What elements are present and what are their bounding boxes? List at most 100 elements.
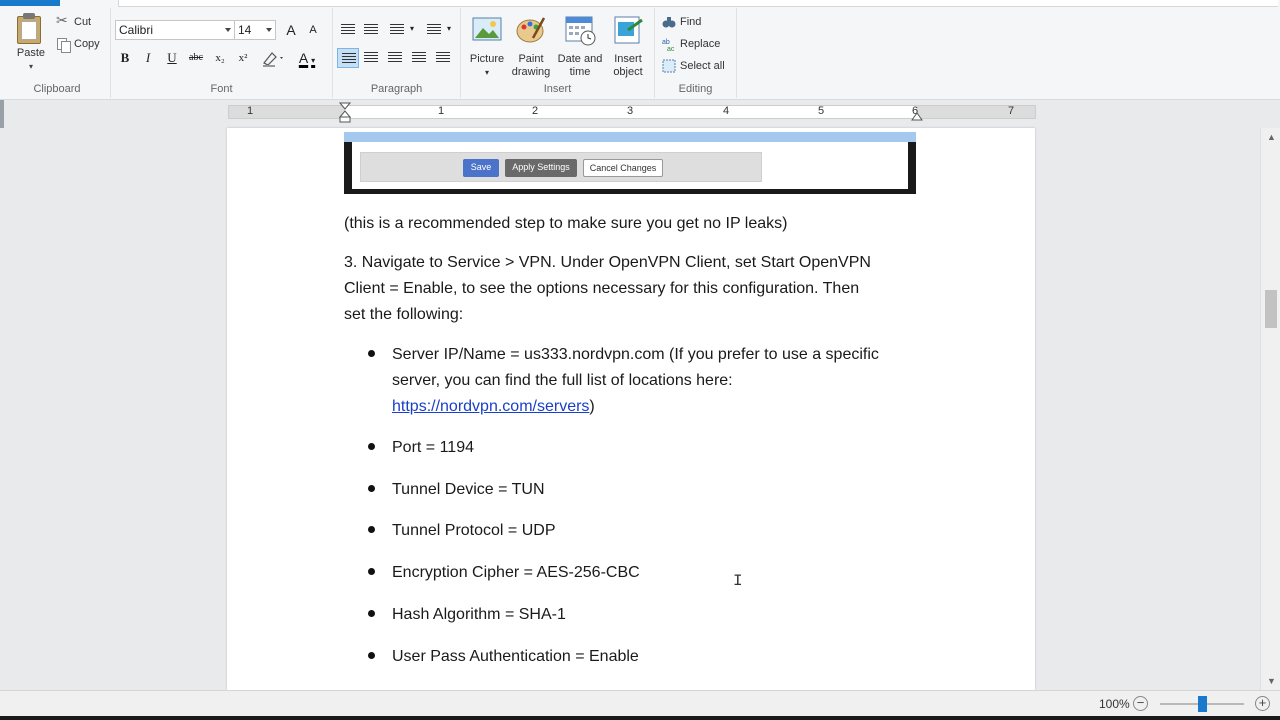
highlight-color-button[interactable] (259, 48, 287, 68)
find-button[interactable]: Find (662, 15, 701, 29)
select-all-label: Select all (680, 60, 725, 72)
picture-dropdown-icon: ▾ (484, 68, 489, 77)
nordvpn-servers-link[interactable]: https://nordvpn.com/servers (392, 398, 589, 415)
underline-button[interactable]: U (162, 48, 182, 68)
insert-object-icon (614, 16, 643, 44)
copy-icon (56, 37, 71, 53)
align-left-button[interactable] (337, 48, 359, 68)
scissors-icon (56, 12, 70, 29)
select-all-button[interactable]: Select all (662, 59, 725, 73)
ruler-number: 1 (438, 105, 445, 117)
file-tab[interactable] (0, 0, 60, 6)
strikethrough-button[interactable]: abc (186, 48, 206, 68)
replace-button[interactable]: ab ac Replace (662, 37, 720, 51)
italic-button[interactable]: I (138, 48, 158, 68)
text-cursor-icon: I (733, 572, 743, 590)
step3-line-1: 3. Navigate to Service > VPN. Under Open… (344, 254, 871, 271)
copy-button[interactable]: Copy (56, 37, 100, 53)
font-family-select[interactable]: Calibri (115, 20, 235, 40)
scroll-down-icon[interactable]: ▼ (1267, 676, 1276, 686)
align-left-icon (342, 53, 356, 65)
cut-button[interactable]: Cut (56, 12, 92, 29)
font-group: Calibri 14 A A B I U abc x₂ x² A ▾ Font (111, 8, 333, 98)
align-center-button[interactable] (360, 48, 382, 68)
paint-drawing-label-2: drawing (511, 66, 551, 78)
picture-label: Picture (469, 53, 505, 65)
scroll-up-icon[interactable]: ▲ (1267, 132, 1276, 142)
vertical-scrollbar[interactable]: ▲ ▼ (1260, 128, 1280, 690)
ruler-number: 5 (818, 105, 825, 117)
right-indent-marker-icon[interactable] (911, 111, 923, 121)
paragraph-group: ▾ ▾ Paragraph (333, 8, 461, 98)
horizontal-ruler[interactable]: 1 1 2 3 4 5 6 7 (228, 102, 1036, 123)
ruler-number: 4 (723, 105, 730, 117)
zoom-out-button[interactable]: − (1133, 696, 1148, 711)
ruler-number: 2 (532, 105, 539, 117)
svg-text:ac: ac (667, 46, 675, 51)
cut-label: Cut (74, 16, 92, 28)
list-item: User Pass Authentication = Enable (392, 648, 639, 665)
subscript-button[interactable]: x₂ (210, 48, 230, 68)
grow-font-button[interactable]: A (281, 20, 301, 40)
svg-text:ab: ab (662, 39, 670, 46)
replace-icon: abac (662, 39, 675, 51)
paste-dropdown-icon[interactable]: ▾ (12, 60, 50, 73)
justify-button[interactable] (408, 48, 430, 68)
paint-palette-icon (516, 17, 546, 43)
bullet-icon (368, 526, 375, 533)
editing-group-label: Editing (678, 83, 713, 95)
date-time-label-2: time (569, 66, 591, 78)
font-size-value: 14 (238, 23, 252, 37)
bullet-icon (368, 443, 375, 450)
insert-object-label-2: object (613, 66, 643, 78)
font-color-button[interactable]: A ▾ (293, 48, 321, 68)
bullet-icon (368, 350, 375, 357)
chevron-down-icon (266, 28, 272, 32)
superscript-button[interactable]: x² (233, 48, 253, 68)
step3-line-3: set the following: (344, 306, 464, 323)
zoom-in-button[interactable]: + (1255, 696, 1270, 711)
bold-button[interactable]: B (115, 48, 135, 68)
list-item: Port = 1194 (392, 439, 474, 456)
clipboard-group-label: Clipboard (33, 83, 81, 95)
decrease-indent-icon (341, 24, 355, 36)
left-indent-marker-icon[interactable] (339, 102, 351, 124)
increase-indent-button[interactable] (360, 20, 382, 40)
font-color-icon: A (298, 50, 309, 66)
list-item: Server IP/Name = us333.nordvpn.com (If y… (392, 342, 932, 420)
increase-indent-icon (364, 24, 378, 36)
align-right-button[interactable] (384, 48, 406, 68)
paint-drawing-button[interactable]: Paint drawing (509, 14, 553, 79)
paint-drawing-label-1: Paint (518, 53, 544, 65)
status-bar: 100% − + (0, 690, 1280, 716)
zoom-slider-thumb[interactable] (1198, 696, 1207, 712)
bullet-list-button[interactable]: ▾ (386, 20, 416, 40)
bullet-list-icon (390, 24, 404, 36)
bullet1-line-2: server, you can find the full list of lo… (392, 372, 733, 389)
taskbar-edge (0, 716, 1280, 720)
font-size-select[interactable]: 14 (234, 20, 276, 40)
calendar-clock-icon (565, 16, 596, 46)
ribbon: Paste ▾ Cut Copy Clipboard Calibri 14 A … (0, 0, 1280, 100)
decrease-indent-button[interactable] (337, 20, 359, 40)
embedded-save-button: Save (463, 159, 499, 177)
document-area: Save Apply Settings Cancel Changes (this… (0, 128, 1260, 690)
bullet-icon (368, 652, 375, 659)
font-family-value: Calibri (119, 23, 154, 37)
shrink-font-button[interactable]: A (303, 20, 323, 40)
insert-object-button[interactable]: Insert object (605, 14, 651, 79)
picture-button[interactable]: Picture ▾ (465, 14, 509, 79)
insert-group: Picture ▾ Paint drawing Date and time In… (461, 8, 655, 98)
line-spacing-button[interactable]: ▾ (423, 20, 453, 40)
document-page[interactable]: Save Apply Settings Cancel Changes (this… (227, 128, 1035, 690)
ruler-number: 1 (247, 105, 254, 117)
align-center-icon (364, 52, 378, 64)
paste-button[interactable]: Paste ▾ (12, 12, 50, 73)
scrollbar-thumb[interactable] (1265, 290, 1277, 328)
list-item: Hash Algorithm = SHA-1 (392, 606, 566, 623)
align-right-icon (388, 52, 402, 64)
chevron-down-icon (225, 28, 231, 32)
justify-icon (412, 52, 426, 64)
date-time-button[interactable]: Date and time (555, 14, 605, 79)
paragraph-direction-button[interactable] (432, 48, 454, 68)
